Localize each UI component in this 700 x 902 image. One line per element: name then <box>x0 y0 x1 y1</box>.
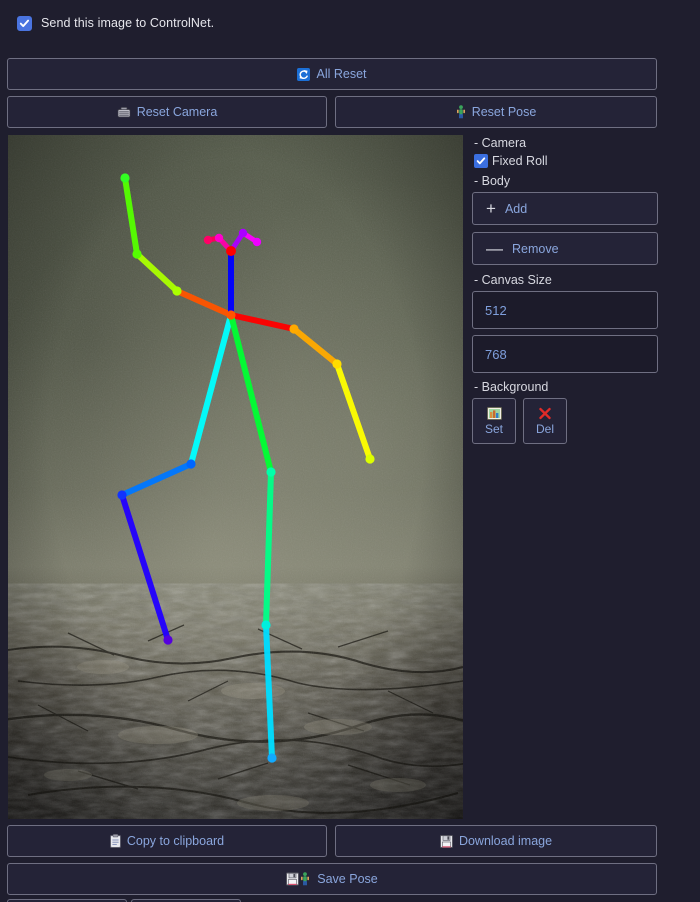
set-background-label: Set <box>484 421 503 436</box>
canvas-width-input[interactable]: 512 <box>472 291 658 329</box>
background-section-label: - Background <box>474 380 549 394</box>
floppy-disk-icon <box>439 834 453 848</box>
checkbox-checked-icon[interactable] <box>474 154 488 168</box>
minus-icon: — <box>486 238 503 258</box>
pose-keypoints <box>117 173 375 763</box>
image-icon <box>486 406 502 420</box>
add-body-button[interactable]: + Add <box>472 192 658 225</box>
copy-to-clipboard-label: Copy to clipboard <box>126 834 225 848</box>
remove-body-label: Remove <box>512 241 559 256</box>
save-pose-label: Save Pose <box>317 872 378 886</box>
canvas-size-section-label: - Canvas Size <box>474 273 552 287</box>
pose-skeleton[interactable] <box>8 135 463 819</box>
floppy-person-icon <box>286 872 311 886</box>
camera-icon <box>117 106 131 119</box>
delete-background-label: Del <box>535 421 554 436</box>
checkbox-checked-icon[interactable] <box>17 15 32 31</box>
clipboard-icon <box>109 834 121 848</box>
all-reset-button[interactable]: All Reset <box>7 58 657 90</box>
send-to-controlnet-label: Send this image to ControlNet. <box>41 16 215 30</box>
background-button-row: Set Del <box>472 398 694 444</box>
red-x-icon <box>538 407 552 420</box>
set-background-button[interactable]: Set <box>472 398 516 444</box>
refresh-icon <box>297 67 311 81</box>
reset-pose-button[interactable]: Reset Pose <box>335 96 657 128</box>
reset-pose-label: Reset Pose <box>471 105 537 119</box>
reset-camera-label: Reset Camera <box>136 105 218 119</box>
all-reset-label: All Reset <box>316 67 367 81</box>
fixed-roll-row: Fixed Roll <box>474 154 694 168</box>
camera-section-label: - Camera <box>474 136 527 150</box>
copy-to-clipboard-button[interactable]: Copy to clipboard <box>7 825 327 857</box>
person-icon <box>456 105 466 119</box>
plus-icon: + <box>486 198 496 218</box>
download-image-label: Download image <box>458 834 553 848</box>
delete-background-button[interactable]: Del <box>523 398 567 444</box>
body-section-label: - Body <box>474 174 511 188</box>
canvas-height-input[interactable]: 768 <box>472 335 658 373</box>
right-control-panel: - Camera Fixed Roll - Body + Add — Remov… <box>472 135 694 444</box>
remove-body-button[interactable]: — Remove <box>472 232 658 265</box>
reset-camera-button[interactable]: Reset Camera <box>7 96 327 128</box>
send-to-controlnet-row: Send this image to ControlNet. <box>0 0 700 46</box>
add-body-label: Add <box>504 201 528 216</box>
download-image-button[interactable]: Download image <box>335 825 657 857</box>
fixed-roll-label: Fixed Roll <box>492 154 548 168</box>
openpose-editor-canvas[interactable] <box>8 135 463 819</box>
save-pose-button[interactable]: Save Pose <box>7 863 657 895</box>
